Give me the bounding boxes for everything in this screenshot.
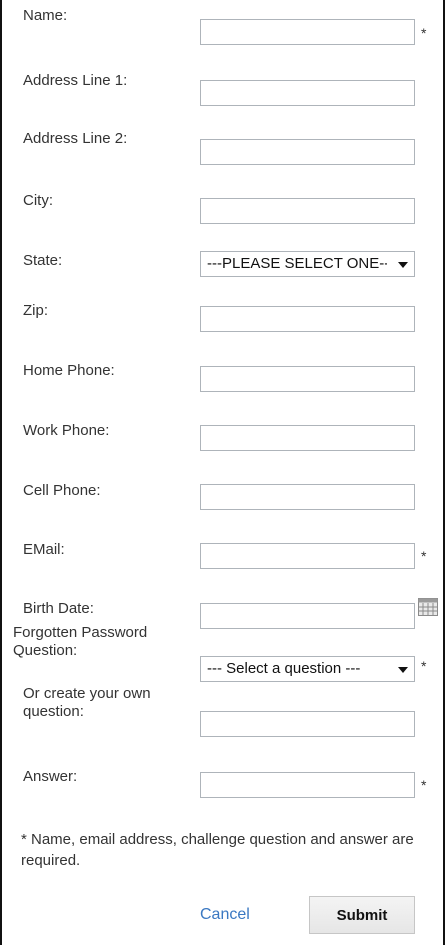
city-label: City: [23, 192, 53, 209]
work-phone-field[interactable] [200, 425, 415, 451]
home-phone-field[interactable] [200, 366, 415, 392]
work-phone-label: Work Phone: [23, 422, 110, 439]
birth-date-field[interactable] [200, 603, 415, 629]
email-field[interactable] [200, 543, 415, 569]
answer-label: Answer: [23, 768, 78, 785]
submit-button[interactable]: Submit [309, 896, 415, 934]
cell-phone-field[interactable] [200, 484, 415, 510]
calendar-icon[interactable] [418, 598, 438, 616]
forgotten-question-label-line-2: Question: [13, 642, 78, 659]
own-question-label: Or create your own question: [23, 685, 151, 721]
required-marker: * [421, 548, 427, 564]
forgotten-password-question-label: Forgotten Password Question: [13, 624, 147, 660]
cell-phone-label: Cell Phone: [23, 482, 101, 499]
form-frame: Name: * Address Line 1: Address Line 2: … [0, 0, 445, 945]
chevron-down-icon [398, 262, 408, 268]
required-marker: * [421, 777, 427, 793]
own-question-label-line-1: Or create your own [23, 685, 151, 702]
name-label: Name: [23, 7, 68, 24]
email-label: EMail: [23, 541, 65, 558]
state-select-value: ---PLEASE SELECT ONE--- [207, 255, 387, 272]
required-fields-note: * Name, email address, challenge questio… [21, 831, 414, 869]
address-line-1-field[interactable] [200, 80, 415, 106]
own-question-label-line-2: question: [23, 703, 84, 720]
home-phone-label: Home Phone: [23, 362, 115, 379]
state-select[interactable]: ---PLEASE SELECT ONE--- [200, 251, 415, 277]
answer-field[interactable] [200, 772, 415, 798]
address-line-2-label: Address Line 2: [23, 130, 128, 147]
city-field[interactable] [200, 198, 415, 224]
zip-field[interactable] [200, 306, 415, 332]
cancel-link[interactable]: Cancel [200, 906, 250, 924]
address-line-2-field[interactable] [200, 139, 415, 165]
forgotten-question-label-line-1: Forgotten Password [13, 624, 148, 641]
birth-date-label: Birth Date: [23, 600, 94, 617]
required-marker: * [421, 25, 427, 41]
forgotten-question-select[interactable]: --- Select a question --- [200, 656, 415, 682]
address-line-1-label: Address Line 1: [23, 72, 128, 89]
own-question-field[interactable] [200, 711, 415, 737]
chevron-down-icon [398, 667, 408, 673]
state-label: State: [23, 252, 63, 269]
zip-label: Zip: [23, 302, 49, 319]
forgotten-question-select-value: --- Select a question --- [207, 660, 361, 677]
name-field[interactable] [200, 19, 415, 45]
required-marker: * [421, 658, 427, 674]
